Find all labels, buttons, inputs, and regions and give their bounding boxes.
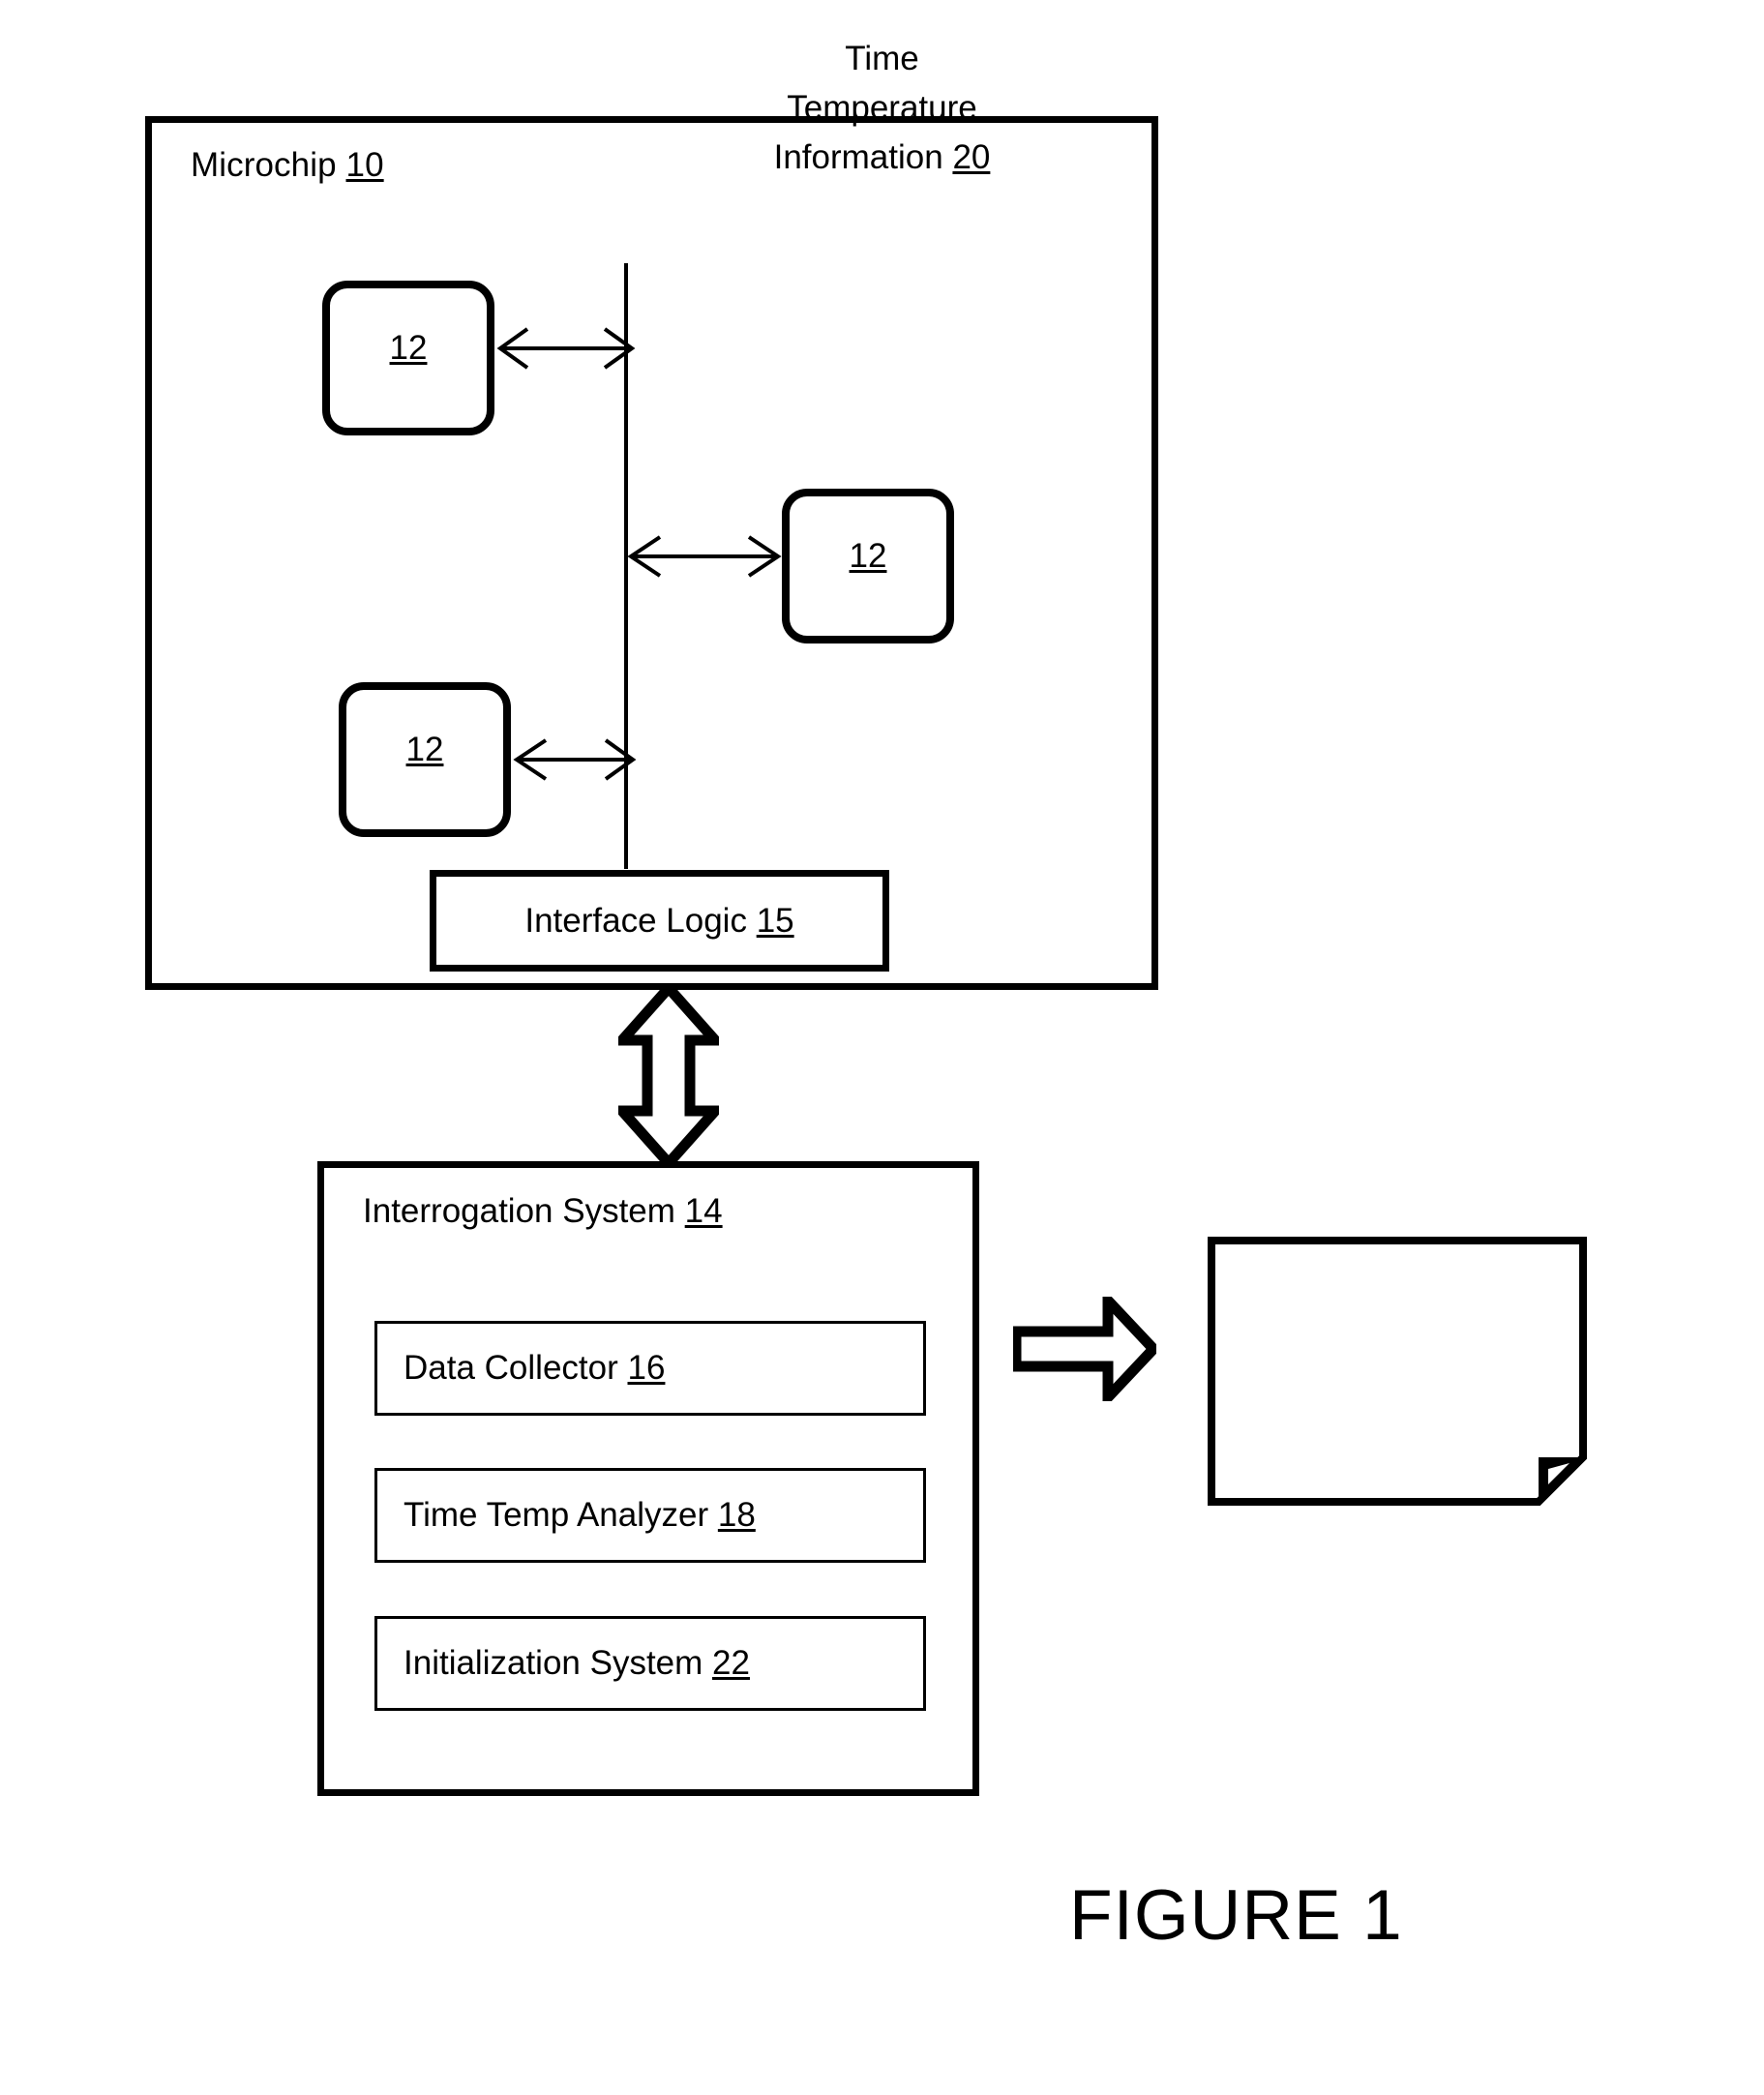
interface-logic-label-text: Interface Logic (524, 901, 747, 940)
sensor-block-1: 12 (322, 281, 494, 435)
output-document-line-3: Information 20 (0, 134, 1764, 183)
sensor-block-3-ref: 12 (405, 731, 444, 768)
output-document-shape (1208, 1237, 1587, 1506)
interrogation-system-title: Interrogation System 14 (363, 1192, 723, 1231)
output-document-line-3-text: Information (773, 137, 943, 176)
sensor-block-3: 12 (339, 682, 511, 837)
sensor-block-2: 12 (782, 489, 954, 643)
module-time-temp-analyzer: Time Temp Analyzer 18 (374, 1468, 926, 1563)
module-data-collector: Data Collector 16 (374, 1321, 926, 1416)
interface-logic-block: Interface Logic 15 (430, 870, 889, 972)
sensor-block-2-label: 12 (790, 539, 946, 573)
interrogation-system-container: Interrogation System 14 Data Collector 1… (317, 1161, 979, 1796)
figure-caption: FIGURE 1 (1069, 1876, 1403, 1955)
output-document-ref: 20 (952, 137, 991, 176)
output-document-line-1: Time (845, 40, 919, 77)
module-initialization-system-label: Initialization System 22 (404, 1644, 750, 1683)
bus-connector-arrow-3 (513, 738, 637, 781)
bus-connector-arrow-1 (496, 327, 636, 370)
module-initialization-system-text: Initialization System (404, 1644, 703, 1682)
block-arrow-right-icon (1013, 1297, 1156, 1401)
output-document-line-2: Temperature (787, 88, 977, 127)
module-initialization-system: Initialization System 22 (374, 1616, 926, 1711)
sensor-block-1-ref: 12 (389, 329, 428, 367)
output-document-text: Time Temperature Information 20 (0, 35, 1764, 182)
sensor-block-1-label: 12 (330, 331, 487, 365)
sensor-block-2-ref: 12 (849, 537, 887, 575)
module-time-temp-analyzer-label: Time Temp Analyzer 18 (404, 1496, 756, 1535)
module-initialization-system-ref: 22 (712, 1644, 750, 1682)
module-data-collector-text: Data Collector (404, 1349, 618, 1387)
interrogation-system-title-text: Interrogation System (363, 1192, 675, 1230)
module-time-temp-analyzer-ref: 18 (717, 1496, 756, 1534)
interface-logic-label: Interface Logic 15 (524, 902, 793, 941)
block-double-arrow-vertical-icon (618, 986, 719, 1165)
module-time-temp-analyzer-text: Time Temp Analyzer (404, 1496, 709, 1534)
interface-logic-ref: 15 (756, 901, 794, 940)
bus-connector-arrow-2 (627, 535, 782, 578)
interrogation-system-title-ref: 14 (684, 1192, 723, 1230)
patent-figure: Microchip 10 12 12 12 Interface Logic 15… (0, 0, 1764, 2095)
module-data-collector-ref: 16 (627, 1349, 666, 1387)
module-data-collector-label: Data Collector 16 (404, 1349, 665, 1388)
sensor-block-3-label: 12 (346, 733, 503, 766)
